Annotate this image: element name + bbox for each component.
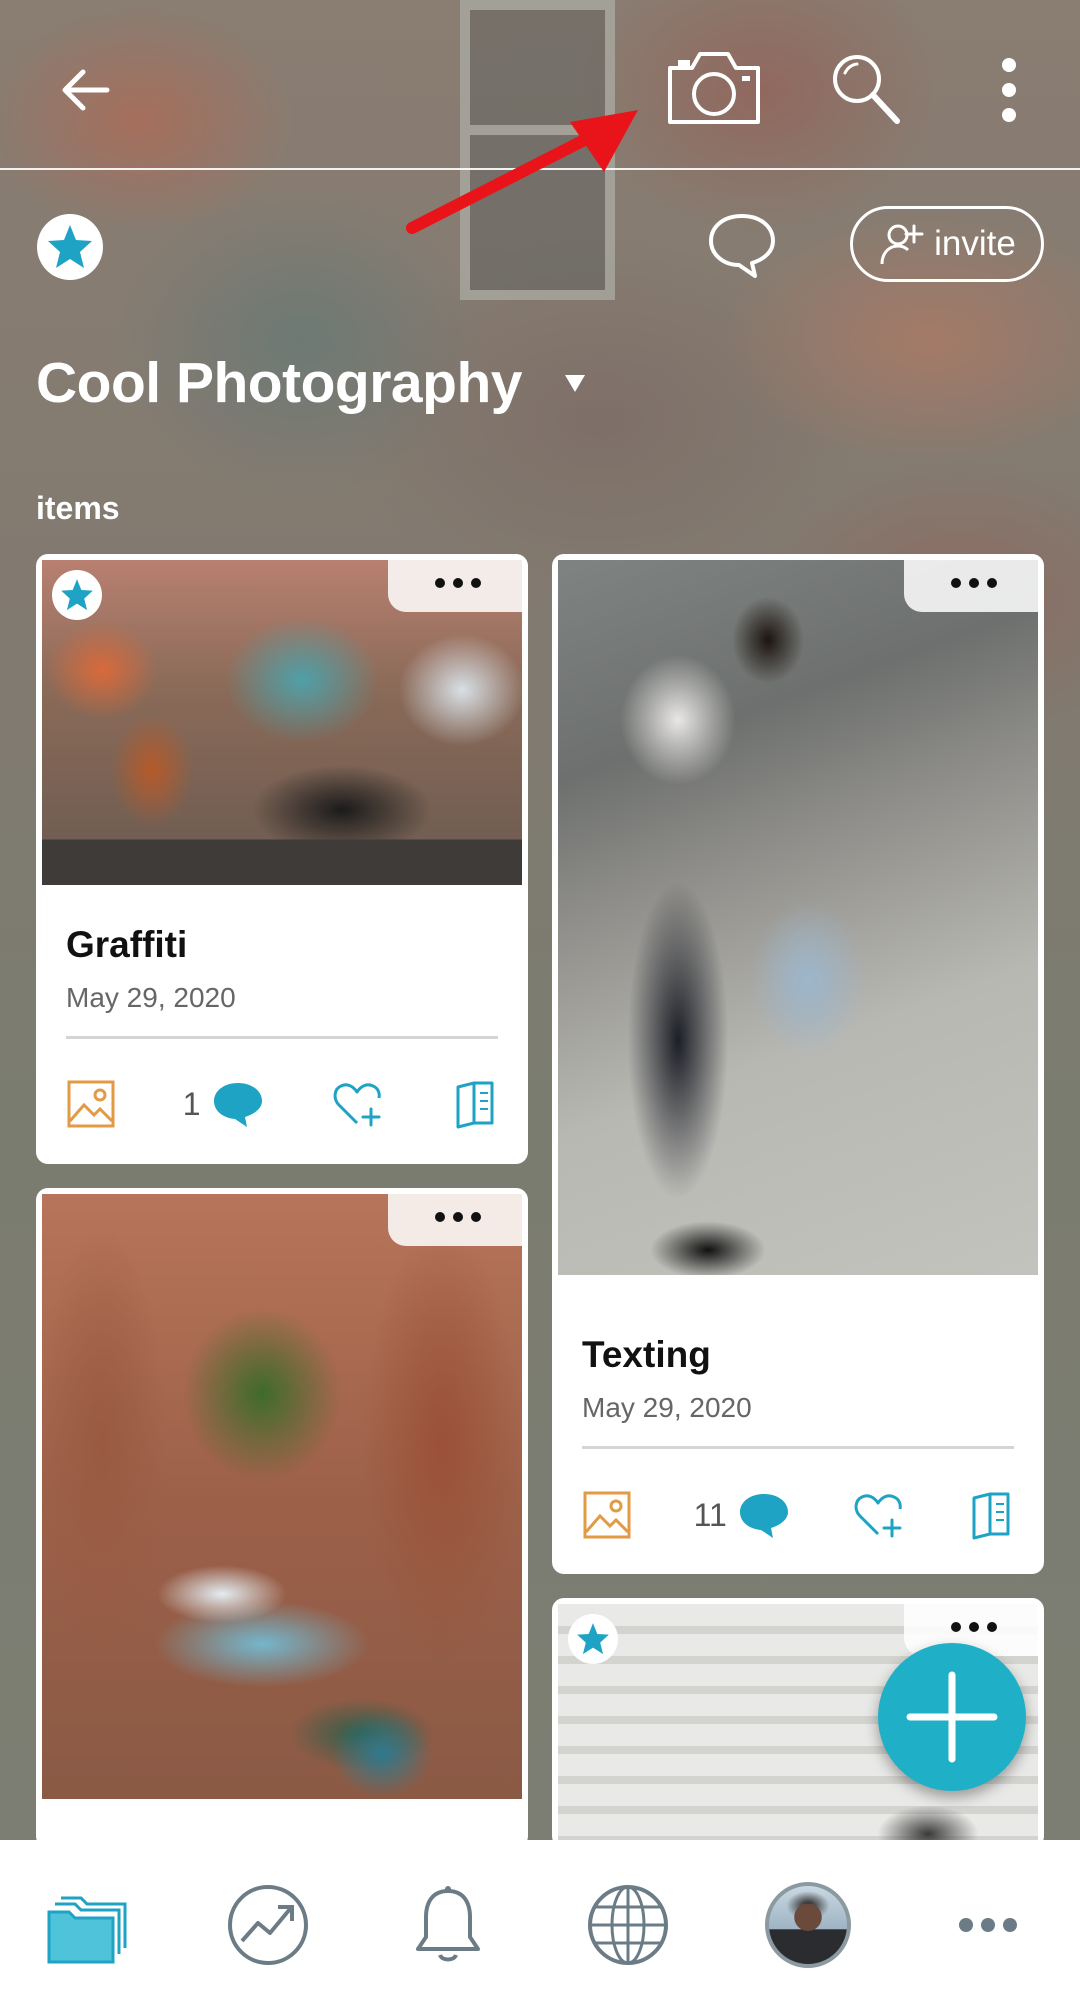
card-info: Texting May 29, 2020 bbox=[582, 1334, 1014, 1449]
card-title: Texting bbox=[582, 1334, 711, 1375]
add-person-icon bbox=[880, 224, 924, 265]
image-icon[interactable] bbox=[66, 1079, 116, 1129]
camera-button[interactable] bbox=[662, 44, 766, 130]
dot bbox=[453, 578, 463, 588]
card-more-button[interactable] bbox=[388, 1188, 528, 1246]
dot bbox=[951, 1622, 961, 1632]
comment-count-value: 11 bbox=[693, 1496, 727, 1533]
dot bbox=[471, 578, 481, 588]
card-separator bbox=[66, 1036, 498, 1039]
heart-plus-icon[interactable] bbox=[852, 1490, 906, 1540]
image-icon[interactable] bbox=[582, 1490, 632, 1540]
nav-more[interactable] bbox=[938, 1875, 1038, 1975]
board-title[interactable]: Cool Photography bbox=[36, 350, 522, 416]
nav-trending[interactable] bbox=[218, 1875, 318, 1975]
dot bbox=[987, 578, 997, 588]
nav-explore[interactable] bbox=[578, 1875, 678, 1975]
arrow-left-icon bbox=[62, 69, 110, 111]
camera-icon bbox=[668, 52, 760, 124]
card-more-button[interactable] bbox=[388, 554, 528, 612]
heart-plus-icon[interactable] bbox=[331, 1079, 385, 1129]
dot bbox=[969, 1622, 979, 1632]
book-icon[interactable] bbox=[968, 1490, 1014, 1540]
board-chat-button[interactable] bbox=[702, 205, 782, 285]
card-star-badge[interactable] bbox=[52, 570, 102, 620]
card-date: May 29, 2020 bbox=[66, 982, 236, 1013]
invite-button[interactable]: invite bbox=[850, 206, 1044, 282]
section-label: items bbox=[36, 490, 120, 526]
card-star-badge[interactable] bbox=[568, 1614, 618, 1664]
avatar bbox=[765, 1882, 851, 1968]
card-info: Graffiti May 29, 2020 bbox=[66, 924, 498, 1039]
board-favorite-button[interactable] bbox=[37, 214, 103, 280]
annotation-arrow-icon bbox=[406, 110, 638, 234]
card-separator bbox=[582, 1446, 1014, 1449]
globe-icon bbox=[588, 1885, 668, 1965]
nav-profile[interactable] bbox=[758, 1875, 858, 1975]
item-card-canyon[interactable] bbox=[36, 1188, 528, 1848]
item-card-graffiti[interactable]: Graffiti May 29, 2020 1 bbox=[36, 554, 528, 1164]
card-actions: 1 bbox=[66, 1069, 498, 1139]
search-button[interactable] bbox=[820, 48, 910, 128]
nav-boards[interactable] bbox=[40, 1875, 140, 1975]
overflow-menu-button[interactable] bbox=[985, 50, 1033, 130]
comment-icon bbox=[739, 1494, 788, 1538]
book-icon[interactable] bbox=[452, 1079, 498, 1129]
item-photo[interactable] bbox=[42, 1194, 522, 1799]
more-vertical-icon bbox=[1002, 58, 1016, 122]
dot bbox=[453, 1212, 463, 1222]
nav-notifications[interactable] bbox=[398, 1875, 498, 1975]
add-item-button[interactable] bbox=[878, 1643, 1026, 1791]
back-button[interactable] bbox=[50, 55, 120, 125]
comment-icon bbox=[213, 1083, 262, 1127]
dot bbox=[435, 578, 445, 588]
star-icon bbox=[577, 1623, 609, 1655]
item-photo[interactable] bbox=[558, 560, 1038, 1275]
dot bbox=[969, 578, 979, 588]
comment-count[interactable]: 11 bbox=[694, 1490, 791, 1540]
trending-icon bbox=[228, 1885, 308, 1965]
caret-down-icon[interactable] bbox=[562, 370, 588, 396]
dot bbox=[951, 578, 961, 588]
card-date: May 29, 2020 bbox=[582, 1392, 752, 1423]
card-more-button[interactable] bbox=[904, 554, 1044, 612]
card-actions: 11 bbox=[582, 1480, 1014, 1550]
plus-icon bbox=[906, 1671, 998, 1763]
invite-label: invite bbox=[934, 224, 1016, 263]
star-icon bbox=[61, 579, 93, 611]
card-title: Graffiti bbox=[66, 924, 188, 965]
comment-count-value: 1 bbox=[182, 1085, 201, 1122]
star-icon bbox=[48, 225, 92, 268]
dot bbox=[471, 1212, 481, 1222]
chat-bubble-icon bbox=[709, 214, 775, 278]
dot bbox=[987, 1622, 997, 1632]
dot bbox=[435, 1212, 445, 1222]
comment-count[interactable]: 1 bbox=[183, 1079, 265, 1129]
bell-icon bbox=[416, 1886, 480, 1962]
search-icon bbox=[833, 55, 900, 124]
folders-icon bbox=[47, 1896, 127, 1964]
bottom-navigation bbox=[0, 1840, 1080, 2007]
item-card-texting[interactable]: Texting May 29, 2020 11 bbox=[552, 554, 1044, 1574]
more-horizontal-icon bbox=[959, 1918, 1017, 1932]
